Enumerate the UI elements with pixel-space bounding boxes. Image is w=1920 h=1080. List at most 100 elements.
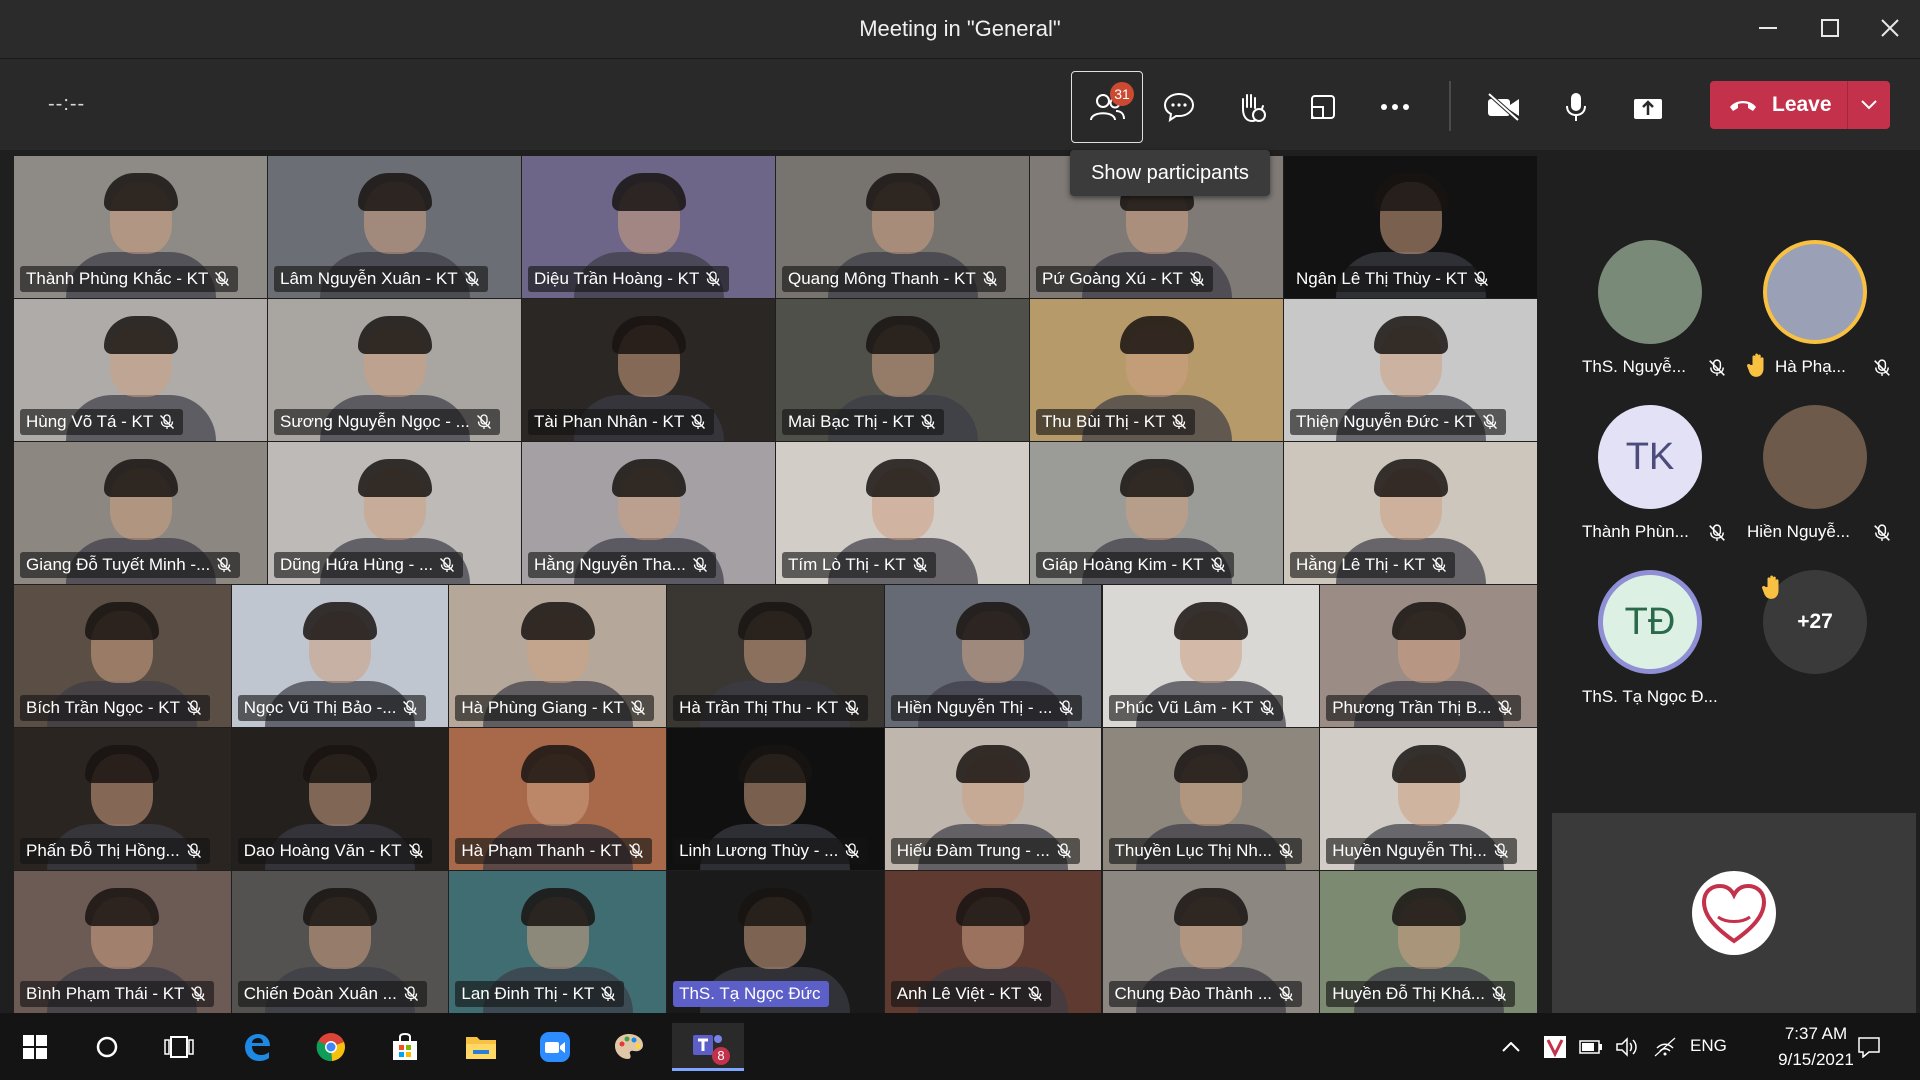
video-tile[interactable]: ThS. Tạ Ngọc Đức <box>667 871 884 1013</box>
video-tile[interactable]: Lâm Nguyễn Xuân - KT <box>268 156 521 298</box>
tray-vietkey[interactable] <box>1540 1023 1570 1071</box>
video-tile[interactable]: Hiền Nguyễn Thị - ... <box>884 585 1102 727</box>
share-content-button[interactable] <box>1612 71 1684 143</box>
video-tile[interactable]: Thiện Nguyễn Đức - KT <box>1284 299 1537 441</box>
camera-toggle-button[interactable] <box>1468 71 1540 143</box>
maximize-button[interactable] <box>1804 8 1856 48</box>
task-view-button[interactable] <box>148 1023 210 1071</box>
taskbar-zoom[interactable] <box>524 1023 586 1071</box>
tray-battery[interactable] <box>1576 1023 1606 1071</box>
tray-volume[interactable] <box>1612 1023 1642 1071</box>
video-tile[interactable]: Thu Bùi Thị - KT <box>1030 299 1283 441</box>
participant-name-label: Thu Bùi Thị - KT <box>1036 409 1196 435</box>
participant-name: Hằng Nguyễn Tha... <box>534 555 686 574</box>
video-tile[interactable]: Tài Phan Nhân - KT <box>522 299 775 441</box>
taskbar-paint[interactable] <box>598 1023 660 1071</box>
video-tile[interactable]: Phúc Vũ Lâm - KT <box>1102 585 1320 727</box>
video-tile[interactable]: Hà Phạm Thanh - KT <box>449 728 667 870</box>
video-tile[interactable]: Tím Lò Thị - KT <box>776 442 1029 584</box>
participant-name-label: Hà Phùng Giang - KT <box>455 695 654 721</box>
video-tile[interactable]: Diệu Trần Hoàng - KT <box>522 156 775 298</box>
video-tile[interactable]: Ngân Lê Thị Thùy - KT <box>1284 156 1537 298</box>
participant-hair <box>85 888 160 927</box>
video-tile[interactable]: Hà Trần Thị Thu - KT <box>667 585 884 727</box>
participant-name: Thành Phùng Khắc - KT <box>26 269 209 288</box>
leave-button[interactable]: Leave <box>1710 81 1848 129</box>
video-tile[interactable]: Huyền Đỗ Thị Khá... <box>1320 871 1537 1013</box>
video-tile[interactable]: Mai Bạc Thị - KT <box>776 299 1029 441</box>
video-tile[interactable]: Giáp Hoàng Kim - KT <box>1030 442 1283 584</box>
vietkey-v-icon <box>1544 1036 1566 1058</box>
more-actions-button[interactable] <box>1359 71 1431 143</box>
avatar-initials: TK <box>1625 435 1675 478</box>
participant-avatar[interactable]: TĐ <box>1598 570 1702 674</box>
taskbar-teams[interactable]: 8 <box>672 1023 744 1071</box>
taskbar-edge[interactable] <box>226 1023 288 1071</box>
taskbar-chrome[interactable] <box>300 1023 362 1071</box>
participant-name-label: ThS. Tạ Ngọc Đức <box>673 981 829 1007</box>
participant-hair <box>303 745 378 784</box>
video-tile[interactable]: Quang Mông Thanh - KT <box>776 156 1029 298</box>
video-tile[interactable]: Hùng Võ Tá - KT <box>14 299 267 441</box>
video-tile[interactable]: Hà Phùng Giang - KT <box>449 585 667 727</box>
participant-name: Ngân Lê Thị Thùy - KT <box>1296 269 1468 288</box>
video-tile[interactable]: Huyền Nguyễn Thị... <box>1320 728 1537 870</box>
rooms-button[interactable] <box>1287 71 1359 143</box>
mic-off-icon <box>844 843 860 859</box>
microphone-icon <box>1566 93 1586 121</box>
action-center-button[interactable] <box>1844 1023 1894 1071</box>
video-tile[interactable]: Bình Phạm Thái - KT <box>14 871 231 1013</box>
cortana-button[interactable] <box>76 1023 138 1071</box>
self-avatar <box>1692 871 1776 955</box>
mic-off-icon <box>844 700 860 716</box>
show-participants-button[interactable]: 31 <box>1071 71 1143 143</box>
video-tile[interactable]: Bích Trần Ngọc - KT <box>14 585 231 727</box>
show-conversation-button[interactable] <box>1143 71 1215 143</box>
tray-network[interactable] <box>1650 1023 1680 1071</box>
participant-hair <box>520 745 595 784</box>
leave-options-button[interactable] <box>1848 100 1890 110</box>
start-button[interactable] <box>4 1023 66 1071</box>
video-tile[interactable]: Hiếu Đàm Trung - ... <box>884 728 1102 870</box>
video-tile[interactable]: Anh Lê Việt - KT <box>884 871 1102 1013</box>
participant-avatar[interactable] <box>1763 240 1867 344</box>
video-tile[interactable]: Chiến Đoàn Xuân ... <box>231 871 449 1013</box>
show-hidden-icons-button[interactable] <box>1496 1023 1526 1071</box>
video-tile[interactable]: Thành Phùng Khắc - KT <box>14 156 267 298</box>
video-tile[interactable]: Chung Đào Thành ... <box>1102 871 1320 1013</box>
participant-avatar[interactable]: TK <box>1598 405 1702 509</box>
video-tile[interactable]: Sương Nguyễn Ngọc - ... <box>268 299 521 441</box>
participant-avatar[interactable] <box>1763 405 1867 509</box>
video-tile[interactable]: Hằng Nguyễn Tha... <box>522 442 775 584</box>
video-tile[interactable]: Lan Đinh Thị - KT <box>449 871 667 1013</box>
edge-browser-icon <box>245 1034 270 1061</box>
mic-off-icon <box>912 557 928 573</box>
reactions-button[interactable] <box>1215 71 1287 143</box>
participant-name: Lâm Nguyễn Xuân - KT <box>280 269 458 288</box>
participant-name-label: Huyền Nguyễn Thị... <box>1326 838 1517 864</box>
video-tile[interactable]: Hằng Lê Thị - KT <box>1284 442 1537 584</box>
close-button[interactable] <box>1864 8 1916 48</box>
participant-name: Hiền Nguyễn Thị - ... <box>896 698 1053 717</box>
mic-off-icon <box>1491 986 1507 1002</box>
mic-toggle-button[interactable] <box>1540 71 1612 143</box>
mic-off-icon <box>439 557 455 573</box>
video-tile[interactable]: Dao Hoàng Văn - KT <box>231 728 449 870</box>
video-tile[interactable]: Ngọc Vũ Thị Bảo -... <box>231 585 449 727</box>
taskbar-file-explorer[interactable] <box>450 1023 512 1071</box>
video-tile[interactable]: Giang Đỗ Tuyết Minh -... <box>14 442 267 584</box>
mic-off-icon <box>1259 700 1275 716</box>
participant-avatar[interactable] <box>1598 240 1702 344</box>
video-tile[interactable]: Linh Lương Thùy - ... <box>667 728 884 870</box>
mic-off-icon <box>628 843 644 859</box>
video-tile[interactable]: Phấn Đỗ Thị Hồng... <box>14 728 231 870</box>
video-tile[interactable]: Phương Trần Thị B... <box>1320 585 1537 727</box>
video-tile[interactable]: Dũng Hứa Hùng - ... <box>268 442 521 584</box>
participant-name-label: Hằng Nguyễn Tha... <box>528 552 716 578</box>
more-participants-count: +27 <box>1797 610 1833 633</box>
video-tile[interactable]: Thuyền Lục Thị Nh... <box>1102 728 1320 870</box>
minimize-button[interactable] <box>1742 8 1794 48</box>
taskbar-store[interactable] <box>374 1023 436 1071</box>
input-language[interactable]: ENG <box>1690 1036 1727 1056</box>
show-participants-tooltip: Show participants <box>1070 150 1270 196</box>
